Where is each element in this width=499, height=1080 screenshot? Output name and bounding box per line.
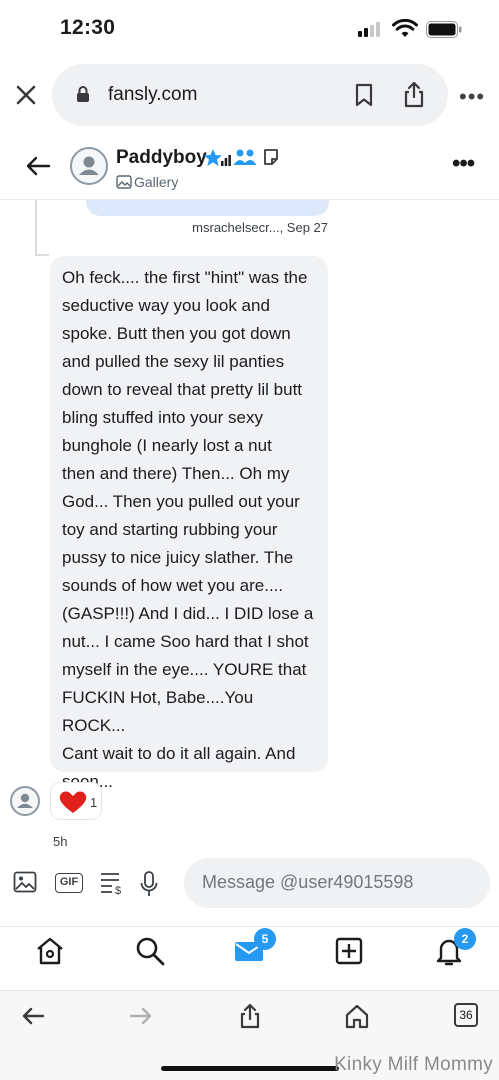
previous-message-meta: msrachelsecr..., Sep 27 bbox=[192, 220, 328, 235]
previous-message-bubble[interactable] bbox=[86, 200, 329, 216]
reply-thread-connector bbox=[35, 254, 49, 256]
heart-reaction[interactable]: 1 bbox=[50, 782, 102, 820]
image-upload-icon[interactable] bbox=[13, 871, 37, 893]
cellular-signal-icon bbox=[358, 22, 384, 37]
home-indicator[interactable] bbox=[161, 1066, 339, 1071]
reaction-count: 1 bbox=[90, 795, 98, 810]
status-time: 12:30 bbox=[60, 16, 116, 39]
tabs-button[interactable]: 36 bbox=[454, 1003, 478, 1027]
battery-icon bbox=[426, 21, 462, 38]
compose-bar: GIF $ Message @user49015598 bbox=[0, 858, 499, 908]
messages-badge: 5 bbox=[254, 928, 276, 950]
browser-back-icon[interactable] bbox=[20, 1003, 46, 1029]
chat-header: Paddyboy Gallery ••• bbox=[0, 138, 499, 200]
browser-forward-icon[interactable] bbox=[128, 1003, 154, 1029]
search-icon[interactable] bbox=[134, 935, 166, 967]
verified-star-icon bbox=[204, 149, 222, 166]
browser-url-bar: fansly.com ••• bbox=[0, 62, 499, 128]
svg-text:$: $ bbox=[115, 885, 121, 895]
create-post-icon[interactable] bbox=[333, 935, 365, 967]
more-options-icon[interactable]: ••• bbox=[459, 84, 487, 109]
app-bottom-nav: 5 2 bbox=[0, 926, 499, 986]
message-placeholder: Message @user49015598 bbox=[202, 872, 414, 892]
gallery-link[interactable]: Gallery bbox=[134, 174, 178, 190]
message-input[interactable]: Message @user49015598 bbox=[184, 858, 490, 908]
reaction-avatar[interactable] bbox=[10, 786, 40, 816]
message-text: Oh feck.... the first "hint" was the sed… bbox=[62, 268, 314, 791]
home-icon[interactable] bbox=[34, 935, 66, 967]
watermark: Kinky Milf Mommy bbox=[334, 1054, 493, 1075]
avatar[interactable] bbox=[70, 147, 108, 185]
browser-home-icon[interactable] bbox=[344, 1003, 370, 1029]
default-avatar-icon bbox=[79, 156, 99, 175]
lock-icon bbox=[77, 86, 89, 102]
notifications-badge: 2 bbox=[454, 928, 476, 950]
browser-share-icon[interactable] bbox=[237, 1003, 263, 1029]
reply-thread-line bbox=[35, 200, 37, 256]
back-arrow-icon[interactable] bbox=[24, 152, 52, 180]
tier-bars-icon bbox=[221, 155, 231, 166]
wifi-icon bbox=[392, 19, 418, 37]
note-icon[interactable] bbox=[263, 148, 279, 166]
gif-button[interactable]: GIF bbox=[55, 873, 83, 893]
message-bubble[interactable]: Oh feck.... the first "hint" was the sed… bbox=[50, 256, 328, 791]
url-text: fansly.com bbox=[108, 84, 198, 105]
address-field[interactable]: fansly.com bbox=[52, 64, 448, 126]
heart-icon bbox=[59, 791, 87, 813]
share-icon[interactable] bbox=[402, 80, 426, 108]
microphone-icon[interactable] bbox=[140, 871, 158, 897]
chat-contact-name[interactable]: Paddyboy bbox=[116, 147, 207, 169]
close-icon[interactable] bbox=[12, 81, 40, 109]
chat-options-icon[interactable]: ••• bbox=[452, 150, 475, 178]
group-users-icon[interactable] bbox=[233, 148, 257, 166]
default-avatar-icon bbox=[17, 793, 33, 808]
bookmark-icon[interactable] bbox=[354, 83, 374, 107]
status-bar: 12:30 bbox=[0, 0, 499, 58]
message-time: 5h bbox=[53, 834, 68, 849]
tip-menu-icon[interactable]: $ bbox=[100, 871, 126, 895]
gallery-icon bbox=[116, 175, 132, 189]
